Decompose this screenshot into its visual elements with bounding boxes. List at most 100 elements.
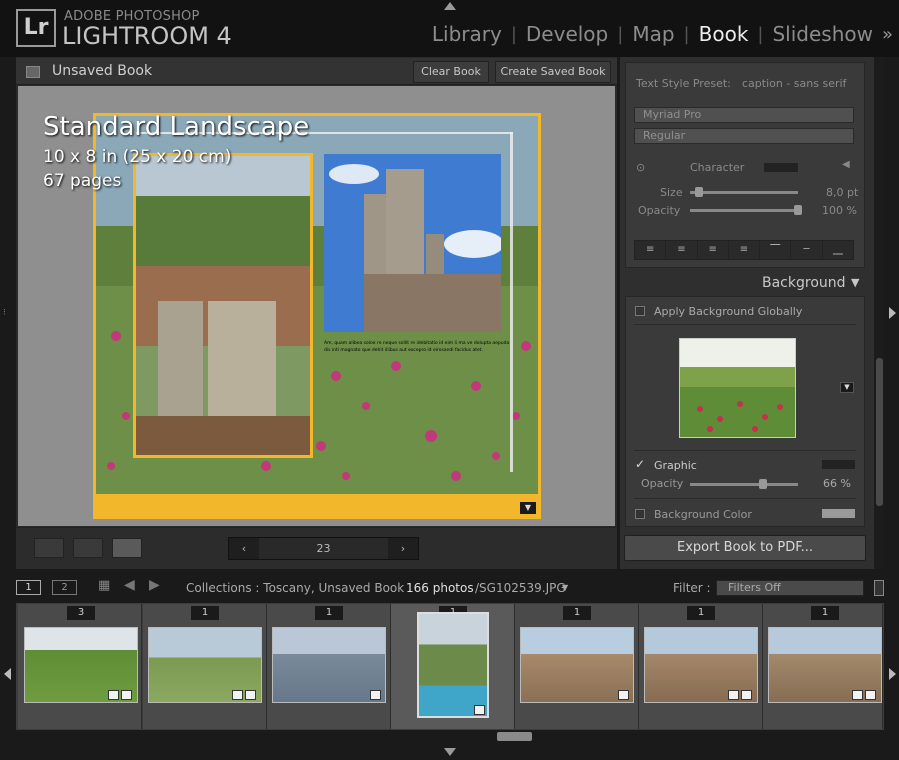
filmstrip-scroll-right-icon[interactable] (889, 668, 896, 680)
current-page-number: 23 (259, 538, 388, 559)
multi-page-view-icon[interactable] (34, 538, 64, 558)
background-color-checkbox[interactable] (635, 509, 645, 519)
filmstrip-thumbnail-hills[interactable] (272, 627, 386, 703)
text-opacity-value[interactable]: 100 % (822, 204, 857, 217)
panel-divider (634, 498, 856, 499)
export-book-pdf-button[interactable]: Export Book to PDF... (624, 535, 866, 561)
graphic-opacity-value[interactable]: 66 % (823, 477, 851, 490)
edited-icon (121, 690, 132, 700)
thumbnail-badge-icons (728, 690, 752, 700)
right-panel-toggle-icon[interactable] (889, 307, 896, 319)
size-slider[interactable] (690, 191, 798, 194)
forward-arrow-icon[interactable]: ▶ (149, 577, 160, 593)
text-opacity-slider-knob[interactable] (794, 205, 802, 215)
filmstrip-thumbnail-pool-selected[interactable] (417, 612, 489, 718)
page-navigator: ‹ 23 › (228, 537, 419, 560)
edited-icon (865, 690, 876, 700)
module-picker: Library | Develop | Map | Book | Slideshow » (423, 22, 893, 46)
usage-badge: 1 (191, 606, 219, 620)
align-right-icon[interactable]: ≡ (698, 241, 729, 259)
filmstrip-scroll-left-icon[interactable] (4, 668, 11, 680)
collection-icon (232, 690, 243, 700)
graphic-color-swatch[interactable] (822, 460, 855, 469)
character-color-swatch[interactable] (764, 163, 798, 172)
panel-divider (634, 324, 856, 325)
right-panel-scroll-thumb[interactable] (876, 358, 883, 506)
background-color-label: Background Color (654, 508, 752, 521)
usage-badge: 1 (811, 606, 839, 620)
next-page-button[interactable]: › (388, 542, 418, 555)
graphic-opacity-slider[interactable] (690, 483, 798, 486)
text-style-preset-select[interactable]: caption - sans serif (742, 77, 846, 90)
left-panel-toggle-icon[interactable]: ⁝ (3, 308, 6, 318)
background-panel-title[interactable]: Background (762, 275, 846, 291)
filter-select[interactable]: Filters Off (716, 580, 864, 596)
character-expand-icon[interactable]: ◀ (842, 159, 850, 170)
align-middle-icon[interactable]: ─ (791, 241, 823, 259)
filmstrip-scroll-thumb[interactable] (497, 732, 532, 741)
previous-page-button[interactable]: ‹ (229, 542, 259, 555)
clear-book-button[interactable]: Clear Book (413, 61, 489, 83)
background-graphic-thumbnail (680, 339, 795, 437)
book-size-info: 10 x 8 in (25 x 20 cm) (43, 147, 232, 167)
align-bottom-icon[interactable]: ⎽ (823, 241, 853, 259)
graphic-checkbox[interactable]: ✓ (635, 457, 645, 471)
left-page-photo[interactable] (133, 153, 313, 458)
towers-photo-image (136, 156, 310, 455)
collection-icon (474, 705, 485, 715)
collapse-bottom-arrow-icon[interactable] (444, 748, 456, 756)
edited-icon (245, 690, 256, 700)
primary-window-button[interactable]: 1 (16, 580, 41, 595)
single-page-view-icon[interactable] (112, 538, 142, 558)
page-caption-text[interactable]: Am, quam alibea soloe re neque sollit re… (324, 340, 514, 354)
selected-filename[interactable]: /SG102539.JPG (475, 581, 566, 595)
collapse-top-arrow-icon[interactable] (444, 2, 456, 10)
size-value[interactable]: 8,0 pt (826, 186, 858, 199)
align-top-icon[interactable]: ⎺ (760, 241, 792, 259)
text-opacity-slider[interactable] (690, 209, 798, 212)
module-develop[interactable]: Develop (517, 22, 617, 46)
collection-icon (852, 690, 863, 700)
panel-divider (634, 450, 856, 451)
spread-view-icon[interactable] (73, 538, 103, 558)
target-adjust-icon[interactable]: ⊙ (636, 161, 645, 174)
book-name: Unsaved Book (52, 63, 153, 79)
background-color-swatch[interactable] (822, 509, 855, 518)
grid-view-icon[interactable]: ▦ (98, 578, 110, 593)
graphic-menu-icon[interactable]: ▼ (840, 382, 854, 393)
align-center-icon[interactable]: ≡ (666, 241, 698, 259)
create-saved-book-button[interactable]: Create Saved Book (495, 61, 611, 83)
module-map[interactable]: Map (623, 22, 683, 46)
module-slideshow[interactable]: Slideshow (763, 22, 882, 46)
justify-icon[interactable]: ≡ (729, 241, 761, 259)
usage-badge: 1 (687, 606, 715, 620)
filmstrip-thumbnail-city[interactable] (520, 627, 634, 703)
font-family-select[interactable]: Myriad Pro (634, 107, 854, 123)
apply-globally-checkbox[interactable] (635, 306, 645, 316)
book-pages-count: 67 pages (43, 171, 122, 191)
right-page-photo[interactable] (324, 154, 501, 332)
edited-icon (741, 690, 752, 700)
character-label: Character (690, 161, 745, 174)
lightroom-logo: Lr (16, 9, 56, 47)
size-slider-knob[interactable] (695, 187, 704, 197)
secondary-window-button[interactable]: 2 (52, 580, 77, 595)
usage-badge: 1 (563, 606, 591, 620)
page-menu-dropdown-icon[interactable]: ▼ (520, 502, 536, 514)
filter-lock-icon[interactable] (874, 580, 884, 596)
module-library[interactable]: Library (423, 22, 511, 46)
font-style-select[interactable]: Regular (634, 128, 854, 144)
collection-source[interactable]: Collections : Toscany, Unsaved Book (186, 581, 404, 595)
usage-badge: 3 (67, 606, 95, 620)
align-left-icon[interactable]: ≡ (635, 241, 667, 259)
filename-dropdown-icon[interactable]: ▼ (562, 583, 568, 592)
background-collapse-icon[interactable]: ▼ (851, 276, 859, 289)
more-modules-icon[interactable]: » (882, 24, 893, 45)
background-graphic-well[interactable] (679, 338, 796, 438)
back-arrow-icon[interactable]: ◀ (124, 577, 135, 593)
module-book[interactable]: Book (690, 22, 758, 46)
graphic-opacity-slider-knob[interactable] (758, 479, 767, 489)
photo-count: 166 photos (406, 581, 474, 595)
type-panel (625, 62, 865, 268)
book-format-title: Standard Landscape (43, 112, 310, 142)
